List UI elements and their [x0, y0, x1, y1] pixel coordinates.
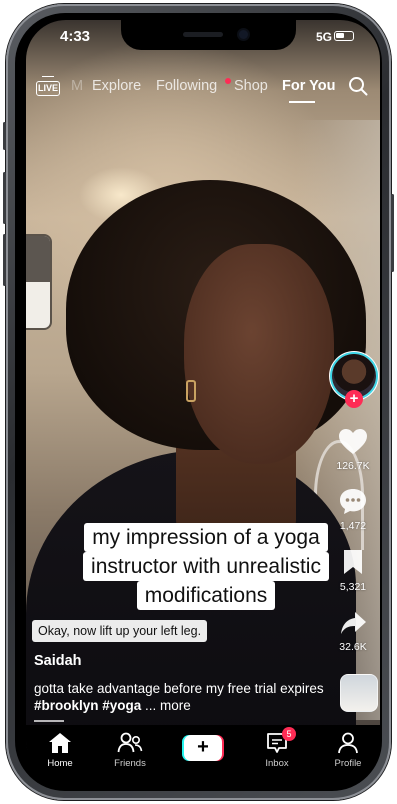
tab-for-you[interactable]: For You [282, 78, 335, 94]
tab-home[interactable]: Home [32, 731, 88, 769]
camera-notch [121, 20, 296, 50]
comment-icon [340, 489, 366, 514]
live-icon[interactable]: LIVE [36, 76, 60, 98]
status-time: 4:33 [60, 28, 91, 45]
tab-friends[interactable]: Friends [102, 731, 158, 769]
caption-line: instructor with unrealistic [83, 552, 329, 581]
network-indicator: 5G [315, 30, 332, 44]
battery-icon [334, 31, 354, 41]
video-description[interactable]: gotta take advantage before my free tria… [34, 680, 334, 714]
music-disc-thumbnail[interactable] [340, 674, 378, 712]
follow-button[interactable]: + [345, 390, 363, 408]
following-notification-dot [225, 78, 231, 84]
bottom-nav: Home Friends + Inbox 5 Profile [26, 725, 380, 780]
tab-explore[interactable]: Explore [92, 78, 141, 94]
home-icon [49, 733, 71, 753]
share-count: 32.6K [339, 641, 367, 653]
tab-profile[interactable]: Profile [320, 731, 376, 769]
tab-shop[interactable]: Shop [234, 78, 268, 94]
caption-line: modifications [136, 581, 276, 610]
tab-friends-label: Friends [114, 758, 146, 769]
share-action[interactable]: 32.6K [330, 610, 376, 653]
create-button[interactable]: + [182, 735, 224, 761]
app-screen: 4:33 5G LIVE M Explore Following Shop Fo… [26, 20, 380, 780]
friends-icon [117, 732, 143, 753]
creator-username[interactable]: Saidah [34, 653, 82, 669]
auto-subtitle: Okay, now lift up your left leg. [32, 620, 208, 642]
top-nav: LIVE M Explore Following Shop For You [26, 76, 380, 103]
tab-inbox[interactable]: Inbox [249, 731, 305, 769]
light-switch-decor [26, 236, 50, 328]
like-action[interactable]: 126.7K [330, 428, 376, 472]
caption-line: my impression of a yoga [84, 523, 328, 552]
inbox-badge: 5 [282, 727, 296, 741]
active-tab-indicator [289, 101, 315, 103]
tab-following[interactable]: Following [156, 78, 217, 94]
tab-ghost: M [71, 78, 84, 94]
live-label: LIVE [36, 81, 60, 96]
share-icon [341, 612, 366, 634]
tab-inbox-label: Inbox [265, 758, 289, 769]
like-count: 126.7K [336, 460, 370, 472]
tab-profile-label: Profile [334, 758, 362, 769]
heart-icon [339, 429, 367, 454]
tab-home-label: Home [47, 758, 73, 769]
hashtags[interactable]: #brooklyn #yoga [34, 698, 141, 713]
progress-scrubber[interactable] [34, 720, 64, 722]
more-link[interactable]: ... more [141, 698, 191, 713]
create-icon: + [184, 735, 222, 761]
profile-icon [338, 732, 358, 754]
search-icon[interactable] [348, 76, 368, 96]
description-text: gotta take advantage before my free tria… [34, 681, 324, 696]
video-caption-overlay: my impression of a yoga instructor with … [66, 523, 346, 610]
